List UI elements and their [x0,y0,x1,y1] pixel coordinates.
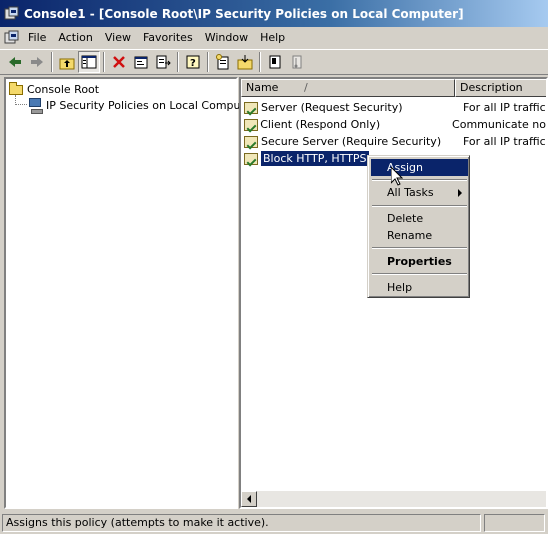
sort-indicator-icon: / [303,81,308,94]
menu-action[interactable]: Action [52,29,98,47]
up-level-icon[interactable] [56,51,78,73]
policy-icon [243,151,259,167]
menu-item-help[interactable]: Help [371,279,468,296]
toolbar-separator [103,52,105,72]
menu-item-all-tasks[interactable]: All Tasks [371,184,468,201]
menu-separator [372,205,467,207]
list-header: Name / Description [241,79,546,97]
menu-favorites[interactable]: Favorites [137,29,199,47]
back-icon[interactable] [4,51,26,73]
tree-connector-line [15,95,27,105]
menu-file[interactable]: File [22,29,52,47]
menu-bar: File Action View Favorites Window Help [0,28,548,48]
menu-window[interactable]: Window [199,29,254,47]
policy-name: Client (Respond Only) [260,118,381,131]
new-policy-icon[interactable] [212,51,234,73]
list-item[interactable]: Secure Server (Require Security) For all… [241,133,548,150]
menu-separator [372,179,467,181]
menu-view[interactable]: View [99,29,137,47]
show-hide-tree-icon[interactable] [78,51,100,73]
policy-icon [243,117,258,133]
status-panel [484,513,545,532]
scroll-track[interactable] [257,491,546,507]
help-icon[interactable]: ? [182,51,204,73]
mouse-pointer-icon [390,165,404,189]
forward-icon[interactable] [26,51,48,73]
toolbar: ? [0,49,548,75]
column-header-description[interactable]: Description [455,79,546,97]
policy-description: For all IP traffic, a [463,101,548,114]
status-bar: Assigns this policy (attempts to make it… [0,511,548,534]
window-title: Console1 - [Console Root\IP Security Pol… [24,6,464,21]
tree-item-label: IP Security Policies on Local Computer [46,98,257,112]
scroll-left-button[interactable] [241,491,257,507]
menu-item-delete[interactable]: Delete [371,210,468,227]
policy-description: Communicate norm [452,118,546,131]
menu-item-assign[interactable]: Assign [371,159,468,176]
policy-name: Server (Request Security) [261,101,403,114]
manage-filters-icon[interactable] [264,51,286,73]
computer-icon [27,97,43,114]
column-header-name[interactable]: Name / [241,79,455,97]
delete-icon[interactable] [108,51,130,73]
toolbar-separator [51,52,53,72]
console-window-icon[interactable] [4,30,20,46]
policy-name: Secure Server (Require Security) [261,135,442,148]
context-menu: Assign All Tasks Delete Rename Propertie… [367,155,470,298]
toolbar-separator [207,52,209,72]
list-item[interactable]: Server (Request Security) For all IP tra… [241,99,548,116]
mmc-app-icon [4,6,20,22]
menu-item-rename[interactable]: Rename [371,227,468,244]
svg-text:?: ? [190,58,196,69]
wizard-icon[interactable] [286,51,308,73]
title-bar[interactable]: Console1 - [Console Root\IP Security Pol… [0,0,548,27]
policy-name: Block HTTP, HTTPS [261,151,369,166]
horizontal-scrollbar[interactable] [241,491,546,507]
tree-item-ip-security-policies[interactable]: IP Security Policies on Local Computer [27,97,257,114]
import-icon[interactable] [234,51,256,73]
console-tree-pane[interactable]: Console Root IP Security Policies on Loc… [4,77,256,509]
submenu-arrow-icon [458,189,462,197]
properties-icon[interactable] [130,51,152,73]
export-list-icon[interactable] [152,51,174,73]
policy-icon [243,134,259,150]
policy-icon [243,100,259,116]
toolbar-separator [259,52,261,72]
toolbar-separator [177,52,179,72]
menu-separator [372,247,467,249]
policy-description: For all IP traffic, a [463,135,548,148]
list-item[interactable]: Client (Respond Only) Communicate norm [241,116,546,133]
menu-separator [372,273,467,275]
menu-item-properties[interactable]: Properties [371,253,468,270]
status-text: Assigns this policy (attempts to make it… [2,513,481,532]
tree-item-label: Console Root [27,82,100,96]
menu-help[interactable]: Help [254,29,291,47]
